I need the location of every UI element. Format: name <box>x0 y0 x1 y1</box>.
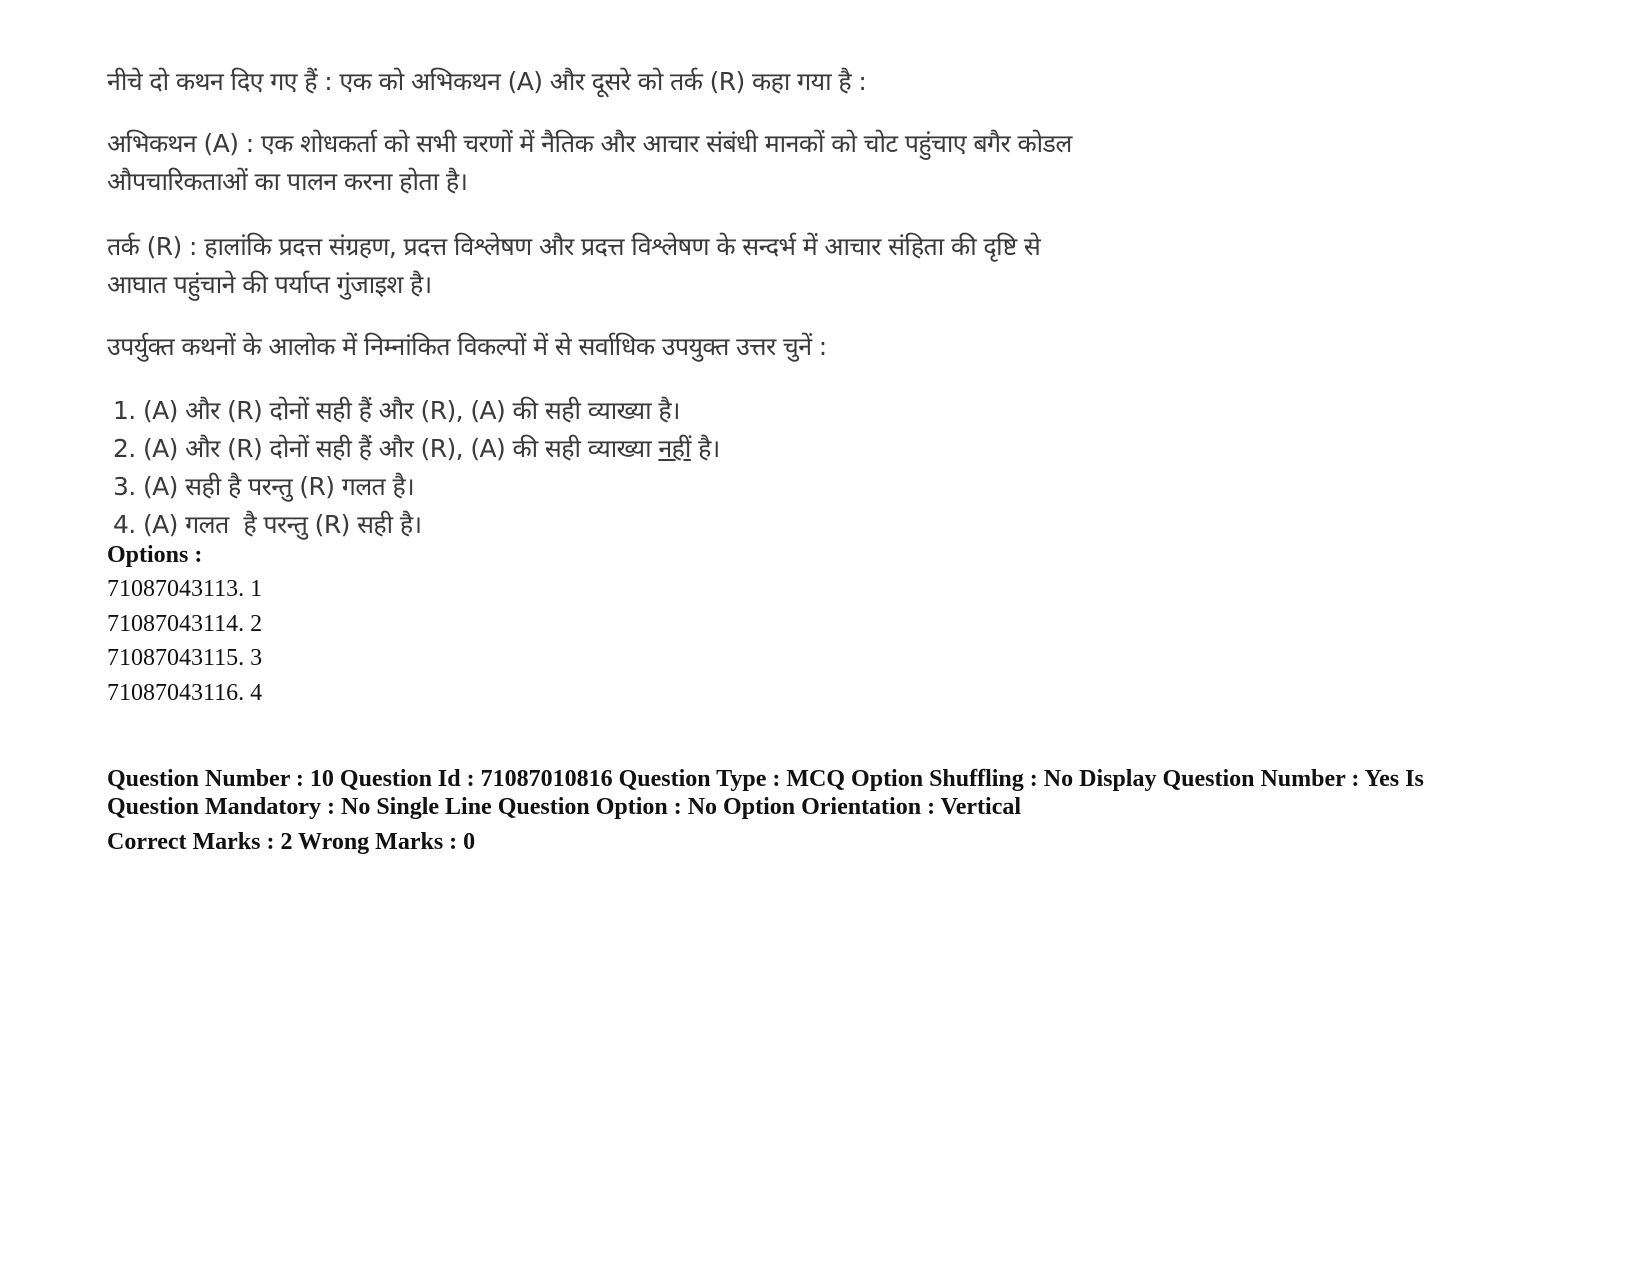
choice-4: 4. (A) गलत है परन्तु (R) सही है। <box>113 507 422 541</box>
question-meta-line-1: Question Number : 10 Question Id : 71087… <box>107 766 1424 792</box>
choice-number: 4. <box>113 510 136 539</box>
choice-text: (A) और (R) दोनों सही हैं और (R), (A) की … <box>143 396 681 425</box>
choice-number: 1. <box>113 396 136 425</box>
assertion-line-1: अभिकथन (A) : एक शोधकर्ता को सभी चरणों मे… <box>107 129 1072 158</box>
question-page: नीचे दो कथन दिए गए हैं : एक को अभिकथन (A… <box>0 0 1650 1275</box>
choice-text: (A) गलत है परन्तु (R) सही है। <box>143 510 422 539</box>
assertion-line-2: औपचारिकताओं का पालन करना होता है। <box>107 167 468 196</box>
choice-1: 1. (A) और (R) दोनों सही हैं और (R), (A) … <box>113 393 681 427</box>
question-meta-line-2: Question Mandatory : No Single Line Ques… <box>107 794 1022 820</box>
option-id-4: 71087043116. 4 <box>107 680 263 706</box>
choice-text-underlined: नहीं <box>658 434 691 463</box>
choice-number: 3. <box>113 472 136 501</box>
question-prompt: उपर्युक्त कथनों के आलोक में निम्नांकित व… <box>107 332 827 361</box>
reason-line-2: आघात पहुंचाने की पर्याप्त गुंजाइश है। <box>107 270 432 299</box>
option-id-2: 71087043114. 2 <box>107 611 263 637</box>
choice-3: 3. (A) सही है परन्तु (R) गलत है। <box>113 469 415 503</box>
choice-text-end: है। <box>690 434 720 463</box>
choice-text: (A) सही है परन्तु (R) गलत है। <box>143 472 415 501</box>
reason-line-1: तर्क (R) : हालांकि प्रदत्त संग्रहण, प्रद… <box>107 232 1041 261</box>
question-intro: नीचे दो कथन दिए गए हैं : एक को अभिकथन (A… <box>107 67 867 96</box>
option-id-3: 71087043115. 3 <box>107 645 263 671</box>
choice-2: 2. (A) और (R) दोनों सही हैं और (R), (A) … <box>113 431 720 465</box>
option-id-1: 71087043113. 1 <box>107 576 263 602</box>
marks-info: Correct Marks : 2 Wrong Marks : 0 <box>107 829 476 855</box>
options-label: Options : <box>107 542 203 568</box>
choice-number: 2. <box>113 434 136 463</box>
choice-text: (A) और (R) दोनों सही हैं और (R), (A) की … <box>143 434 659 463</box>
